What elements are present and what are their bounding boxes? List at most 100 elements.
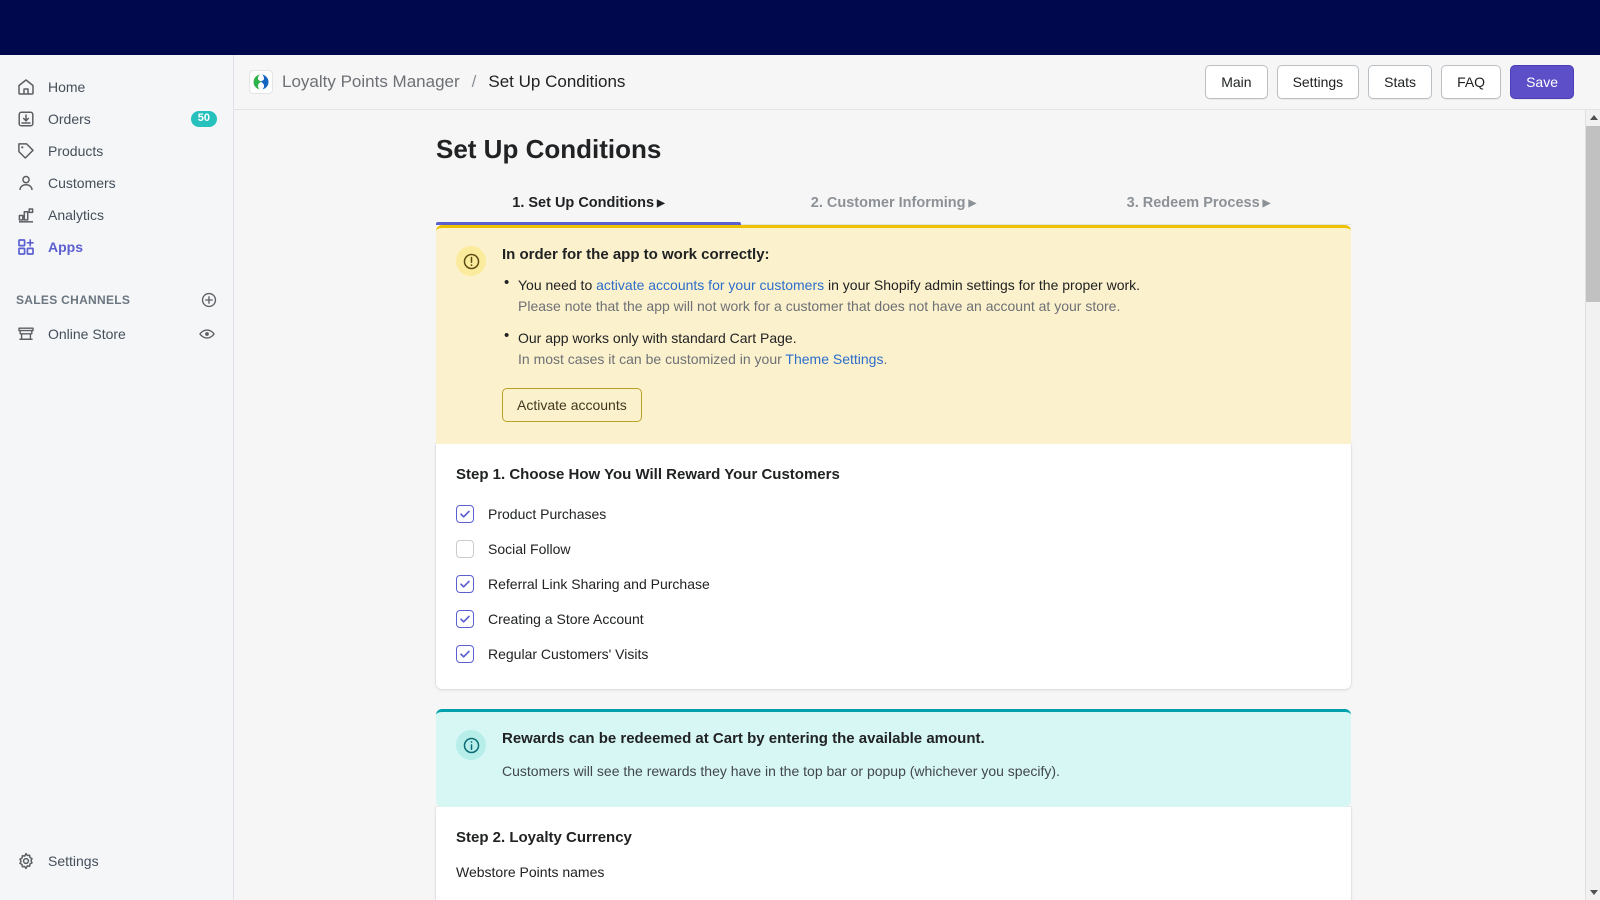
bullet-sub-line: In most cases it can be customized in yo… bbox=[518, 349, 1331, 369]
sidebar-section-sales-channels: SALES CHANNELS bbox=[8, 286, 225, 314]
chevron-right-icon: ▶ bbox=[968, 198, 977, 209]
info-banner-subtitle: Customers will see the rewards they have… bbox=[502, 763, 1060, 779]
tab-label: 3. Redeem Process bbox=[1126, 195, 1260, 211]
customers-icon bbox=[16, 173, 36, 193]
info-banner: Rewards can be redeemed at Cart by enter… bbox=[436, 709, 1351, 807]
eye-icon[interactable] bbox=[197, 324, 217, 344]
sidebar-item-label: Products bbox=[48, 142, 104, 159]
bullet-text-pre: You need to bbox=[518, 277, 597, 293]
content-scrollbar[interactable] bbox=[1585, 110, 1600, 900]
faq-button[interactable]: FAQ bbox=[1441, 65, 1502, 99]
app-frame-header: Loyalty Points Manager / Set Up Conditio… bbox=[234, 55, 1600, 110]
sidebar-item-home[interactable]: Home bbox=[8, 71, 225, 102]
chevron-right-icon: ▶ bbox=[1262, 198, 1271, 209]
orders-icon bbox=[16, 109, 36, 129]
checkbox-row-creating-store-account[interactable]: Creating a Store Account bbox=[456, 610, 1331, 628]
step-1-title: Step 1. Choose How You Will Reward Your … bbox=[456, 466, 840, 483]
bullet-sub-text: In most cases it can be customized in yo… bbox=[518, 351, 786, 367]
checkbox-row-regular-customers-visits[interactable]: Regular Customers' Visits bbox=[456, 645, 1331, 663]
apps-icon bbox=[16, 237, 36, 257]
sidebar-item-online-store[interactable]: Online Store bbox=[8, 318, 225, 349]
sidebar-item-analytics[interactable]: Analytics bbox=[8, 199, 225, 230]
scrollbar-thumb[interactable] bbox=[1586, 126, 1600, 302]
theme-settings-link[interactable]: Theme Settings bbox=[785, 351, 883, 367]
main-content-scroll-area: Set Up Conditions 1. Set Up Conditions ▶ … bbox=[234, 110, 1600, 900]
sidebar-item-apps[interactable]: Apps bbox=[8, 231, 225, 262]
checkbox-label: Referral Link Sharing and Purchase bbox=[488, 576, 710, 592]
warning-bullet-2: Our app works only with standard Cart Pa… bbox=[502, 327, 1331, 369]
warning-banner-bullets: You need to activate accounts for your c… bbox=[502, 274, 1331, 369]
plus-circle-icon[interactable] bbox=[199, 290, 219, 310]
activate-accounts-link[interactable]: activate accounts for your customers bbox=[596, 277, 824, 293]
checkbox-icon[interactable] bbox=[456, 505, 474, 523]
warning-banner: In order for the app to work correctly: … bbox=[436, 225, 1351, 444]
info-circle-icon bbox=[456, 730, 486, 760]
activate-accounts-button[interactable]: Activate accounts bbox=[502, 388, 642, 422]
warning-banner-title: In order for the app to work correctly: bbox=[502, 246, 770, 263]
sidebar-item-customers[interactable]: Customers bbox=[8, 167, 225, 198]
checkbox-label: Regular Customers' Visits bbox=[488, 646, 649, 662]
checkbox-label: Product Purchases bbox=[488, 506, 607, 522]
bullet-text-pre: Our app works only with standard Cart Pa… bbox=[518, 330, 797, 346]
admin-top-bar bbox=[0, 0, 1600, 55]
home-icon bbox=[16, 77, 36, 97]
bullet-sub-text: Please note that the app will not work f… bbox=[518, 298, 1121, 314]
checkbox-row-referral-link-sharing[interactable]: Referral Link Sharing and Purchase bbox=[456, 575, 1331, 593]
bullet-text-post: in your Shopify admin settings for the p… bbox=[824, 277, 1141, 293]
analytics-icon bbox=[16, 205, 36, 225]
settings-button[interactable]: Settings bbox=[1276, 65, 1360, 99]
sidebar-item-settings[interactable]: Settings bbox=[8, 845, 225, 876]
breadcrumb-app-name[interactable]: Loyalty Points Manager bbox=[282, 72, 460, 92]
tab-label: 2. Customer Informing bbox=[810, 195, 966, 211]
page-title: Set Up Conditions bbox=[436, 134, 662, 164]
orders-count-badge: 50 bbox=[190, 110, 217, 127]
bullet-main-line: You need to activate accounts for your c… bbox=[518, 275, 1331, 295]
products-icon bbox=[16, 141, 36, 161]
sidebar-item-orders[interactable]: Orders 50 bbox=[8, 103, 225, 134]
header-action-buttons: Main Settings Stats FAQ Save bbox=[1205, 65, 1574, 99]
step-2-card: Step 2. Loyalty Currency Webstore Points… bbox=[436, 807, 1351, 900]
breadcrumb-page-name: Set Up Conditions bbox=[488, 72, 626, 91]
stats-button[interactable]: Stats bbox=[1368, 65, 1433, 99]
scroll-down-arrow-icon[interactable] bbox=[1586, 885, 1600, 900]
checkbox-icon[interactable] bbox=[456, 540, 474, 558]
tab-customer-informing[interactable]: 2. Customer Informing ▶ bbox=[741, 195, 1046, 224]
sidebar-item-label: Home bbox=[48, 78, 86, 95]
scroll-up-arrow-icon[interactable] bbox=[1586, 110, 1600, 125]
sidebar-item-label: Orders bbox=[48, 110, 91, 127]
checkbox-label: Creating a Store Account bbox=[488, 611, 644, 627]
sidebar-item-label: Apps bbox=[48, 238, 83, 255]
checkbox-icon[interactable] bbox=[456, 610, 474, 628]
chevron-right-icon: ▶ bbox=[657, 198, 665, 209]
info-banner-title: Rewards can be redeemed at Cart by enter… bbox=[502, 730, 985, 747]
checkbox-row-product-purchases[interactable]: Product Purchases bbox=[456, 505, 1331, 523]
exclamation-circle-icon bbox=[456, 246, 486, 276]
bullet-sub-line: Please note that the app will not work f… bbox=[518, 296, 1331, 316]
main-sidebar: Home Orders 50 Products Customers Analyt… bbox=[0, 55, 234, 900]
sidebar-item-label: Customers bbox=[48, 174, 116, 191]
sidebar-item-label: Settings bbox=[48, 852, 99, 869]
checkbox-icon[interactable] bbox=[456, 575, 474, 593]
step-1-card: Step 1. Choose How You Will Reward Your … bbox=[436, 444, 1351, 689]
main-button[interactable]: Main bbox=[1205, 65, 1268, 99]
breadcrumb-separator: / bbox=[471, 72, 477, 91]
checkbox-icon[interactable] bbox=[456, 645, 474, 663]
bullet-main-line: Our app works only with standard Cart Pa… bbox=[518, 328, 1331, 348]
loyalty-points-app-logo-icon bbox=[250, 71, 272, 93]
step-2-field-label: Webstore Points names bbox=[456, 864, 605, 880]
step-2-title: Step 2. Loyalty Currency bbox=[456, 829, 632, 846]
tab-set-up-conditions[interactable]: 1. Set Up Conditions ▶ bbox=[436, 195, 741, 225]
sidebar-item-products[interactable]: Products bbox=[8, 135, 225, 166]
sidebar-footer: Settings bbox=[0, 845, 233, 876]
wizard-tabs: 1. Set Up Conditions ▶ 2. Customer Inform… bbox=[436, 195, 1351, 225]
bullet-sub-text-post: . bbox=[883, 351, 888, 367]
sidebar-primary-nav: Home Orders 50 Products Customers Analyt… bbox=[0, 55, 233, 262]
tab-label: 1. Set Up Conditions bbox=[512, 195, 655, 211]
sidebar-item-label: Analytics bbox=[48, 206, 105, 223]
checkbox-row-social-follow[interactable]: Social Follow bbox=[456, 540, 1331, 558]
save-button[interactable]: Save bbox=[1510, 65, 1574, 99]
sidebar-item-label: Online Store bbox=[48, 325, 126, 342]
tab-redeem-process[interactable]: 3. Redeem Process ▶ bbox=[1046, 195, 1351, 224]
breadcrumb: Loyalty Points Manager / Set Up Conditio… bbox=[250, 71, 625, 93]
sidebar-section-title: SALES CHANNELS bbox=[16, 293, 131, 307]
